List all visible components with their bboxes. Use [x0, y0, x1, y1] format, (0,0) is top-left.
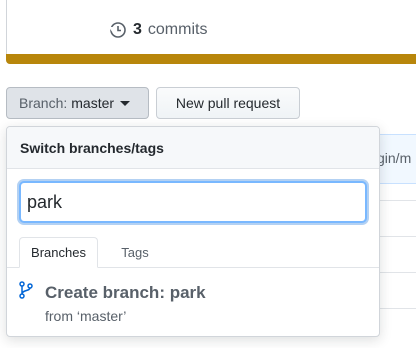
git-branch-icon: [19, 281, 33, 299]
file-row-divider: [378, 236, 416, 237]
create-branch-source: from ‘master’: [45, 308, 127, 324]
file-row-divider: [378, 308, 416, 309]
branch-dropdown: Switch branches/tags Branches Tags Creat…: [6, 126, 380, 337]
commits-link[interactable]: 3 commits: [109, 18, 207, 42]
dropdown-tabs: Branches Tags: [7, 237, 379, 268]
branch-filter-input[interactable]: [19, 181, 367, 223]
create-branch-item[interactable]: Create branch: park from ‘master’: [7, 273, 379, 333]
file-row-divider: [378, 200, 416, 201]
create-branch-title: Create branch: park: [45, 283, 206, 302]
background-file-path: gin/m: [377, 150, 412, 166]
history-icon: [109, 22, 126, 38]
tab-branches[interactable]: Branches: [19, 237, 98, 268]
language-bar[interactable]: [6, 54, 416, 64]
new-pull-request-button[interactable]: New pull request: [156, 87, 300, 119]
filter-container: [7, 169, 379, 227]
commit-count: 3: [133, 21, 142, 38]
commit-label: commits: [147, 21, 208, 38]
branch-select-value: master: [71, 95, 115, 111]
branch-select-label: Branch:: [19, 95, 68, 111]
branch-select-button[interactable]: Branch: master: [6, 87, 149, 119]
dropdown-title: Switch branches/tags: [7, 127, 379, 169]
tab-tags[interactable]: Tags: [105, 237, 165, 268]
file-row-divider: [378, 272, 416, 273]
chevron-down-icon: [120, 100, 131, 106]
